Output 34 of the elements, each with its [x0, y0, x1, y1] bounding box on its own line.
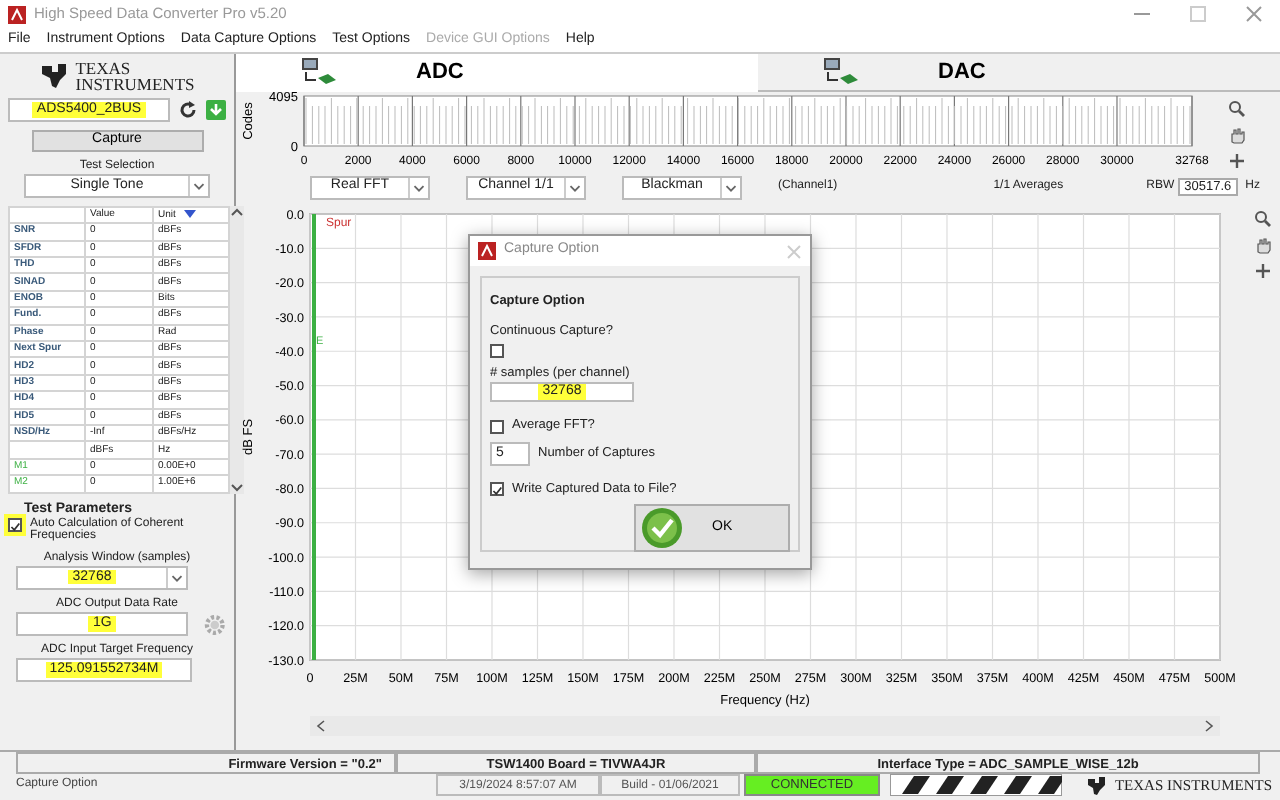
- checkbox[interactable]: [8, 517, 22, 532]
- zoom-icon[interactable]: [1254, 210, 1272, 228]
- caret-icon[interactable]: [166, 568, 186, 589]
- scroll-left-icon[interactable]: [316, 720, 325, 732]
- scroll-right-icon[interactable]: [1205, 720, 1214, 732]
- horizontal-scrollbar[interactable]: [310, 716, 1220, 736]
- app-icon: [478, 242, 496, 260]
- caret-icon[interactable]: [188, 175, 208, 196]
- plus-icon[interactable]: [1254, 262, 1272, 280]
- download-icon[interactable]: [206, 100, 226, 120]
- refresh-icon[interactable]: [178, 100, 198, 120]
- zoom-icon[interactable]: [1228, 100, 1246, 118]
- caret-icon[interactable]: [720, 177, 740, 197]
- plus-icon[interactable]: [1228, 152, 1246, 170]
- hand-icon[interactable]: [1228, 126, 1246, 144]
- check-icon: [640, 506, 684, 551]
- ti-logo-icon: [1086, 775, 1107, 795]
- tab[interactable]: ADC: [236, 54, 758, 92]
- checkbox[interactable]: [490, 482, 504, 497]
- tab[interactable]: DAC: [758, 54, 1280, 92]
- hand-icon[interactable]: [1254, 236, 1272, 254]
- app-icon: [8, 5, 26, 23]
- logo-text: TEXAS INSTRUMENTS: [75, 59, 195, 93]
- scroll-up-icon[interactable]: [230, 205, 244, 218]
- ti-logo-icon: [39, 62, 68, 90]
- checkbox[interactable]: [490, 419, 504, 434]
- computer-board-icon: [822, 58, 858, 86]
- close-icon[interactable]: [1244, 4, 1264, 24]
- computer-board-icon: [300, 58, 336, 86]
- sort-icon[interactable]: [183, 209, 196, 218]
- caret-icon[interactable]: [564, 177, 584, 197]
- caret-icon[interactable]: [408, 177, 428, 197]
- scroll-down-icon[interactable]: [230, 481, 244, 494]
- checkbox[interactable]: [490, 343, 504, 358]
